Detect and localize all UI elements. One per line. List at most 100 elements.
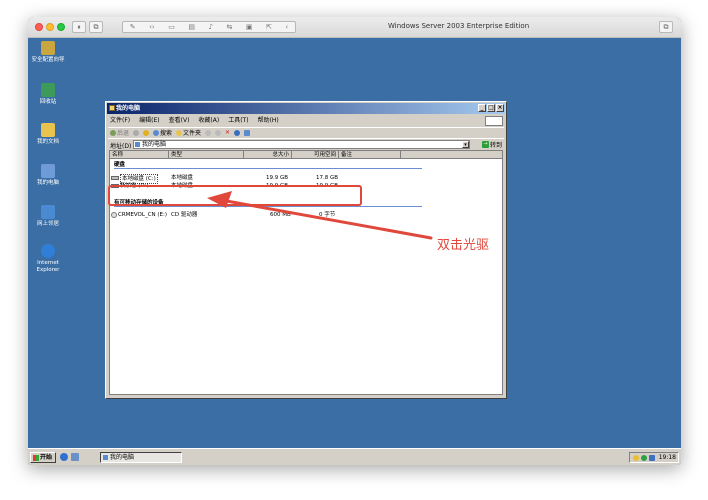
- host-window-title: Windows Server 2003 Enterprise Edition: [388, 22, 530, 30]
- maximize-window-button[interactable]: [57, 23, 65, 31]
- fullscreen-icon[interactable]: ⧉: [659, 21, 673, 33]
- minimize-icon[interactable]: _: [478, 104, 486, 112]
- cd-total: 600 MB: [270, 212, 291, 218]
- desktop-icon-recycle-bin[interactable]: 回收站: [28, 83, 68, 106]
- address-bar: 地址(D) 我的电脑 ▾ → 转到: [108, 138, 504, 150]
- cd-drive-item[interactable]: CRMEVOL_CN (E:) CD 驱动器 600 MB 0 字节: [110, 211, 502, 219]
- search-button[interactable]: 搜索: [153, 128, 172, 137]
- desktop-icon-internet-explorer[interactable]: Internet Explorer: [28, 244, 68, 274]
- drive-type: 本地磁盘: [171, 175, 194, 181]
- tray-warning-icon[interactable]: [633, 455, 639, 461]
- close-icon[interactable]: ×: [496, 104, 504, 112]
- host-vm-window: ⏸ ⧉ ✎ ‹› ▭ ▤ ♪ ⇆ ▣ ⇱ ‹ Windows Server 20…: [28, 17, 681, 465]
- internet-explorer-icon: [41, 244, 55, 258]
- computer-icon: [135, 142, 140, 147]
- search-icon: [153, 129, 160, 136]
- wrench-icon[interactable]: ✎: [130, 23, 136, 31]
- move-button[interactable]: [205, 129, 212, 136]
- camera-icon[interactable]: ▣: [246, 23, 253, 31]
- chevron-left-icon[interactable]: ‹: [285, 23, 288, 31]
- taskbar: 开始 我的电脑 19:18: [28, 448, 681, 465]
- group-hard-disks: 硬盘: [114, 162, 126, 168]
- chevron-down-icon[interactable]: ▾: [462, 141, 469, 148]
- address-value: 我的电脑: [142, 141, 167, 148]
- undo-button[interactable]: [234, 129, 241, 136]
- go-arrow-icon: →: [481, 141, 489, 148]
- host-titlebar: ⏸ ⧉ ✎ ‹› ▭ ▤ ♪ ⇆ ▣ ⇱ ‹ Windows Server 20…: [28, 17, 681, 38]
- drive-free: 17.8 GB: [316, 175, 339, 181]
- drive-icon[interactable]: ▭: [168, 23, 175, 31]
- back-arrow-icon: [110, 129, 116, 136]
- cd-drive-icon: [111, 211, 117, 218]
- sound-icon[interactable]: ♪: [208, 23, 212, 31]
- close-window-button[interactable]: [35, 23, 43, 31]
- go-button[interactable]: → 转到: [481, 140, 502, 149]
- start-button[interactable]: 开始: [30, 452, 56, 463]
- clock: 19:18: [658, 454, 676, 461]
- windows-logo-icon: [485, 116, 503, 126]
- desktop-icon-my-documents[interactable]: 我的文档: [28, 123, 68, 146]
- code-icon[interactable]: ‹›: [149, 23, 155, 31]
- desktop-icon-label: 我的文档: [36, 139, 59, 145]
- guest-desktop: 安全配置向导 回收站 我的文档 我的电脑 网上邻居 Internet Explo…: [28, 38, 681, 465]
- maximize-icon[interactable]: □: [487, 104, 495, 112]
- desktop-icon-network[interactable]: 网上邻居: [28, 205, 68, 228]
- printer-icon[interactable]: ▤: [188, 23, 195, 31]
- list-item[interactable]: 本地磁盘 (C:) 本地磁盘 19.9 GB 17.8 GB: [110, 174, 502, 184]
- toolbar: 后退 搜索 文件夹 ✕: [108, 127, 504, 137]
- column-header-comment[interactable]: 备注: [339, 151, 401, 159]
- snapshot-icon[interactable]: ⧉: [89, 21, 103, 33]
- desktop-icon-my-computer[interactable]: 我的电脑: [28, 164, 68, 187]
- menu-file[interactable]: 文件(F): [110, 116, 130, 126]
- menu-help[interactable]: 帮助(H): [258, 116, 279, 126]
- desktop-icon-label: 回收站: [39, 99, 57, 105]
- vm-toolbar: ✎ ‹› ▭ ▤ ♪ ⇆ ▣ ⇱ ‹: [122, 21, 296, 33]
- copy-icon: [215, 129, 222, 136]
- usb-icon[interactable]: ⇆: [226, 23, 232, 31]
- views-icon: [244, 129, 251, 136]
- show-desktop-icon[interactable]: [71, 453, 79, 461]
- desktop-icon-label: 网上邻居: [36, 221, 59, 227]
- delete-button[interactable]: ✕: [225, 129, 230, 136]
- start-label: 开始: [40, 454, 53, 461]
- annotation-label: 双击光驱: [437, 238, 490, 253]
- internet-explorer-icon[interactable]: [60, 453, 68, 461]
- undo-icon: [234, 129, 241, 136]
- address-input[interactable]: 我的电脑 ▾: [133, 140, 470, 149]
- column-header-name[interactable]: 名称: [110, 151, 169, 159]
- folders-button[interactable]: 文件夹: [176, 128, 201, 137]
- desktop-icon-label: 我的电脑: [36, 180, 59, 186]
- go-label: 转到: [489, 142, 502, 149]
- desktop-icon-label: Internet Explorer: [36, 260, 60, 273]
- up-button[interactable]: [143, 129, 150, 136]
- explorer-title: 我的电脑: [116, 105, 141, 112]
- views-button[interactable]: [244, 129, 251, 136]
- menu-edit[interactable]: 编辑(E): [139, 116, 159, 126]
- column-headers: 名称 类型 总大小 可用空间 备注: [110, 151, 502, 159]
- pause-icon[interactable]: ⏸: [72, 21, 86, 33]
- cd-type: CD 驱动器: [171, 212, 198, 218]
- column-header-type[interactable]: 类型: [169, 151, 244, 159]
- minimize-window-button[interactable]: [46, 23, 54, 31]
- share-icon[interactable]: ⇱: [266, 23, 272, 31]
- menu-view[interactable]: 查看(V): [169, 116, 190, 126]
- forward-button[interactable]: [133, 129, 140, 136]
- desktop-icon-security-wizard[interactable]: 安全配置向导: [28, 41, 68, 64]
- recycle-bin-icon: [41, 83, 55, 97]
- explorer-titlebar[interactable]: 我的电脑 _ □ ×: [107, 103, 505, 114]
- column-header-total[interactable]: 总大小: [244, 151, 292, 159]
- tray-display-icon[interactable]: [649, 455, 655, 461]
- back-button[interactable]: 后退: [110, 128, 129, 137]
- folder-icon: [41, 123, 55, 137]
- up-folder-icon: [143, 129, 150, 136]
- forward-arrow-icon: [133, 129, 140, 136]
- taskbar-item-my-computer[interactable]: 我的电脑: [100, 452, 182, 463]
- menu-tools[interactable]: 工具(T): [228, 116, 248, 126]
- tray-network-icon[interactable]: [641, 455, 647, 461]
- computer-icon: [103, 455, 108, 460]
- menu-favorites[interactable]: 收藏(A): [198, 116, 219, 126]
- windows-flag-icon: [33, 455, 39, 461]
- desktop-icon-label: 安全配置向导: [31, 57, 65, 63]
- copy-button[interactable]: [215, 129, 222, 136]
- column-header-free[interactable]: 可用空间: [292, 151, 339, 159]
